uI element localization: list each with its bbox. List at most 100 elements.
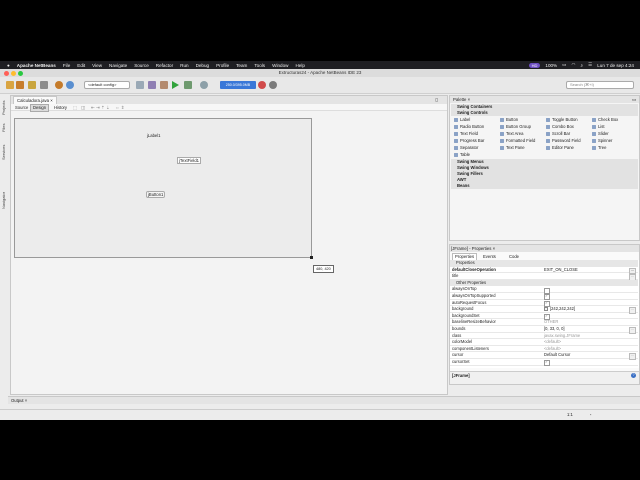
close-window-icon[interactable] [4,70,9,76]
target-icon[interactable] [136,81,144,89]
search-icon[interactable]: ⌕ [581,63,584,68]
memory-indicator[interactable]: 250.0/395.0MB [220,81,256,89]
hd-badge[interactable]: HD [528,62,541,68]
menu-debug[interactable]: Debug [196,63,210,68]
config-select[interactable]: <default config> [84,81,130,89]
tab-navigator[interactable]: Navigator [1,187,8,213]
clock[interactable]: Lun 7 de sep 4:24 [597,63,634,68]
debug-icon[interactable] [184,81,192,89]
palette-item-text-area[interactable]: Text Area [500,131,523,137]
palette-item-button[interactable]: Button [500,117,518,123]
palette-item-text-field[interactable]: Text Field [454,131,478,137]
property-row-cursor[interactable]: cursor Default Cursor … [450,352,638,360]
property-row-autorequestfocus[interactable]: autoRequestFocus [450,300,638,307]
palette-item-spinner[interactable]: Spinner [592,138,612,144]
palette-item-editor-pane[interactable]: Editor Pane [546,145,574,151]
tab-output[interactable]: Output × [8,397,30,404]
section-properties[interactable]: Properties [450,260,638,267]
property-row-alwaysontopsupported[interactable]: alwaysOnTopSupported [450,293,638,301]
tab-files[interactable]: Files [1,121,8,135]
property-row-componentlisteners[interactable]: componentListeners <default> [450,346,638,353]
jlabel1[interactable]: jLabel1 [147,133,161,138]
app-name[interactable]: Apache NetBeans [17,63,56,68]
palette-item-progress-bar[interactable]: Progress Bar [454,138,484,144]
jbutton1[interactable]: jButton1 [146,191,166,198]
property-row-class[interactable]: class javax.swing.JFrame [450,333,638,340]
wifi-icon[interactable]: ◠ [571,62,575,68]
palette-item-check-box[interactable]: Check Box [592,117,618,123]
help-icon[interactable]: ? [631,373,636,378]
property-row-background[interactable]: background [242,242,242] … [450,306,638,314]
control-center-icon[interactable]: ☰ [588,62,592,68]
palette-item-formatted-field[interactable]: Formatted Field [500,138,535,144]
menu-profile[interactable]: Profile [216,63,229,68]
open-project-icon[interactable] [28,81,36,89]
property-row-colormodel[interactable]: colorModel <default> [450,339,638,346]
property-row-alwaysontop[interactable]: alwaysOnTop [450,286,638,294]
notifications-icon[interactable] [269,81,277,89]
close-properties-icon[interactable]: × [493,246,496,251]
apple-icon[interactable]: ● [7,63,10,68]
save-all-icon[interactable] [40,81,48,89]
menu-refactor[interactable]: Refactor [156,63,173,68]
checkbox[interactable] [544,359,550,367]
tab-projects[interactable]: Projects [1,97,8,119]
tab-source[interactable]: Source [12,104,31,112]
menu-window[interactable]: Window [272,63,288,68]
redo-icon[interactable] [66,81,74,89]
palette-item-scroll-bar[interactable]: Scroll Bar [546,131,570,137]
palette-item-password-field[interactable]: Password Field [546,138,581,144]
menu-team[interactable]: Team [236,63,247,68]
palette-item-label[interactable]: Label [454,117,470,123]
gc-icon[interactable] [258,81,266,89]
tab-design[interactable]: Design [30,104,50,112]
resize-handle[interactable] [310,256,313,259]
palette-item-tree[interactable]: Tree [592,145,606,151]
property-row-backgroundset[interactable]: backgroundSet [450,313,638,321]
palette-item-table[interactable]: Table [454,152,470,158]
battery-icon[interactable]: ▭ [562,62,566,68]
run-icon[interactable] [172,81,179,89]
profile-icon[interactable] [200,81,208,89]
menu-help[interactable]: Help [295,63,304,68]
search-input[interactable]: Search (⌘+I) [566,81,634,89]
property-row-bounds[interactable]: bounds [0, 33, 0, 0] … [450,326,638,334]
palette-item-list[interactable]: List [592,124,605,130]
palette-item-combo-box[interactable]: Combo Box [546,124,574,130]
jframe-form-canvas[interactable]: jLabel1 jTextField1 jButton1 [14,118,312,258]
resize-icons[interactable]: ⇔ ⇕ [115,105,125,111]
menu-file[interactable]: File [63,63,70,68]
tab-history[interactable]: History [51,104,70,112]
minimize-palette-icon[interactable]: ▭ [632,96,636,103]
file-tab-calculadora[interactable]: Calculadora.java × [13,96,57,104]
menu-source[interactable]: Source [134,63,149,68]
jtextfield1[interactable]: jTextField1 [177,157,202,164]
property-row-title[interactable]: title … [450,273,638,281]
menu-edit[interactable]: Edit [77,63,85,68]
clean-build-icon[interactable] [160,81,168,89]
category-swing-controls[interactable]: Swing Controls [451,110,638,116]
maximize-editor-icon[interactable]: ◻ [435,97,438,102]
new-project-icon[interactable] [16,81,24,89]
tab-services[interactable]: Services [1,139,8,165]
close-palette-icon[interactable]: × [468,97,471,102]
undo-icon[interactable] [55,81,63,89]
category-beans[interactable]: Beans [451,183,638,189]
property-row-baselineresizebehavior[interactable]: baselineResizeBehavior OTHER [450,319,638,326]
palette-item-slider[interactable]: Slider [592,131,609,137]
palette-item-separator[interactable]: Separator [454,145,478,151]
new-file-icon[interactable] [6,81,14,89]
minimize-window-icon[interactable] [11,70,16,76]
menu-view[interactable]: View [92,63,102,68]
build-icon[interactable] [148,81,156,89]
section-other-properties[interactable]: Other Properties [450,279,638,287]
menu-navigate[interactable]: Navigate [109,63,127,68]
palette-item-toggle-button[interactable]: Toggle Button [546,117,578,123]
selection-mode-icon[interactable]: ⬚ [73,105,77,111]
palette-item-radio-button[interactable]: Radio Button [454,124,484,130]
menu-run[interactable]: Run [180,63,188,68]
preview-icon[interactable]: ◫ [81,105,85,111]
menu-tools[interactable]: Tools [254,63,265,68]
zoom-window-icon[interactable] [18,70,23,76]
close-output-icon[interactable]: × [25,398,27,403]
